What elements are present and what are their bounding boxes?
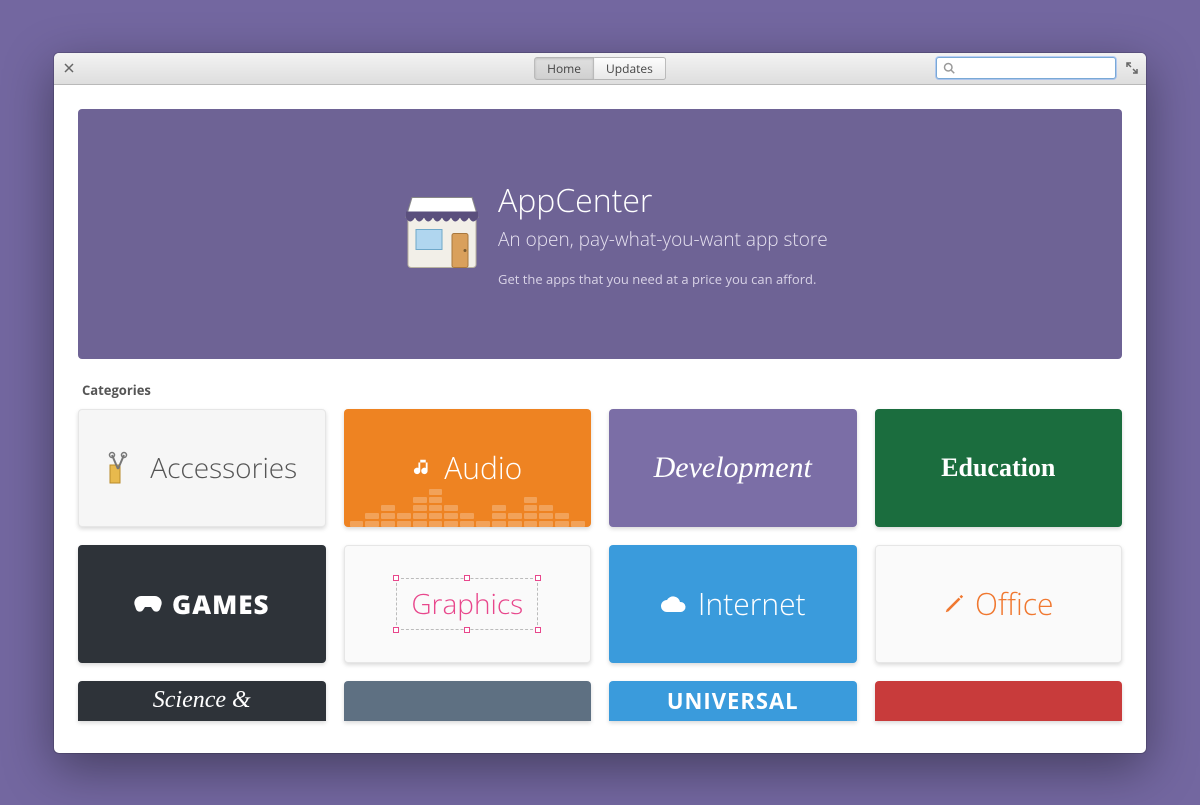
categories-grid: Accessories Audio bbox=[54, 409, 1146, 663]
banner-title: AppCenter bbox=[498, 179, 828, 222]
close-button[interactable] bbox=[62, 61, 76, 75]
category-graphics[interactable]: Graphics bbox=[344, 545, 592, 663]
view-switcher: Home Updates bbox=[534, 57, 666, 80]
content: AppCenter An open, pay-what-you-want app… bbox=[54, 85, 1146, 753]
featured-banner[interactable]: AppCenter An open, pay-what-you-want app… bbox=[78, 109, 1122, 359]
selection-handle-icon bbox=[535, 575, 541, 581]
tab-home[interactable]: Home bbox=[534, 57, 594, 80]
category-label: Audio bbox=[444, 447, 522, 488]
category-universal-access[interactable]: UNIVERSAL bbox=[609, 681, 857, 721]
category-internet[interactable]: Internet bbox=[609, 545, 857, 663]
category-audio[interactable]: Audio bbox=[344, 409, 592, 527]
selection-handle-icon bbox=[464, 627, 470, 633]
category-accessories[interactable]: Accessories bbox=[78, 409, 326, 527]
pencil-icon bbox=[943, 593, 965, 615]
music-note-icon bbox=[412, 457, 434, 479]
selection-handle-icon bbox=[464, 575, 470, 581]
category-label: Development bbox=[654, 451, 812, 485]
search-field[interactable] bbox=[936, 57, 1116, 79]
cloud-icon bbox=[660, 594, 688, 614]
category-label: Internet bbox=[698, 583, 806, 624]
banner-subtitle: An open, pay-what-you-want app store bbox=[498, 226, 828, 252]
category-label: GAMES bbox=[172, 586, 270, 622]
category-label: Science & bbox=[153, 687, 251, 714]
category-label: UNIVERSAL bbox=[667, 686, 799, 716]
maximize-button[interactable] bbox=[1126, 62, 1138, 74]
category-label: Accessories bbox=[150, 449, 297, 487]
category-education[interactable]: Education bbox=[875, 409, 1123, 527]
category-games[interactable]: GAMES bbox=[78, 545, 326, 663]
app-window: Home Updates bbox=[54, 53, 1146, 753]
selection-handle-icon bbox=[393, 575, 399, 581]
gamepad-icon bbox=[134, 594, 162, 614]
tab-updates[interactable]: Updates bbox=[594, 57, 666, 80]
selection-handle-icon bbox=[393, 627, 399, 633]
category-office[interactable]: Office bbox=[875, 545, 1123, 663]
category-video[interactable] bbox=[875, 681, 1123, 721]
category-system[interactable] bbox=[344, 681, 592, 721]
search-input[interactable] bbox=[959, 61, 1109, 75]
search-icon bbox=[943, 57, 955, 79]
selection-handle-icon bbox=[535, 627, 541, 633]
store-icon bbox=[398, 187, 486, 280]
category-development[interactable]: Development bbox=[609, 409, 857, 527]
titlebar: Home Updates bbox=[54, 53, 1146, 85]
categories-grid-row3: Science & UNIVERSAL bbox=[54, 681, 1146, 721]
category-label: Office bbox=[975, 583, 1053, 624]
banner-description: Get the apps that you need at a price yo… bbox=[498, 270, 828, 288]
scissors-ruler-icon bbox=[106, 451, 140, 485]
category-label: Education bbox=[941, 453, 1055, 483]
categories-heading: Categories bbox=[82, 381, 1118, 399]
category-label: Graphics bbox=[411, 585, 523, 623]
category-science[interactable]: Science & bbox=[78, 681, 326, 721]
